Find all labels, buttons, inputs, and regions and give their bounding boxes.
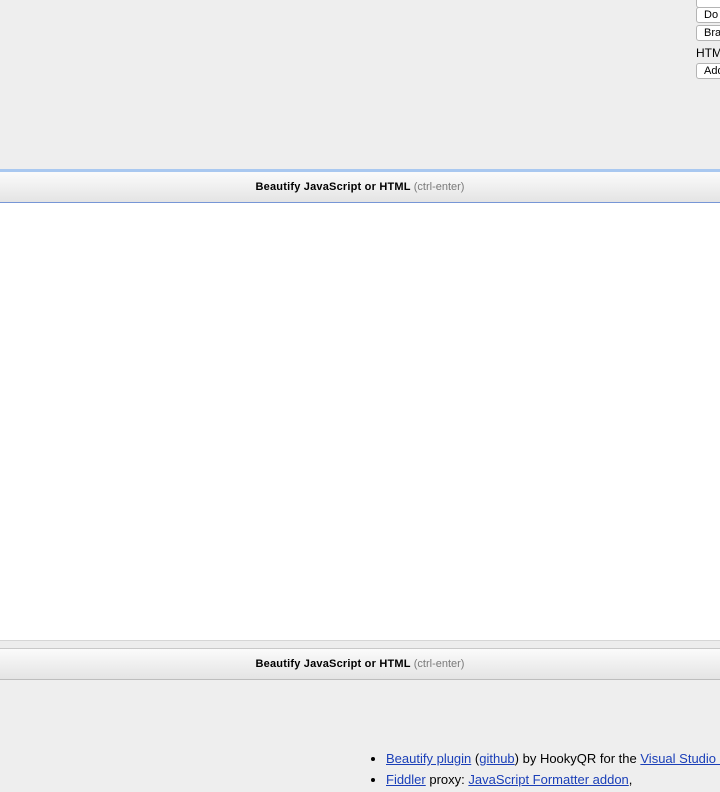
visual-studio-code-link[interactable]: Visual Studio Code (640, 751, 720, 766)
fiddler-link[interactable]: Fiddler (386, 772, 426, 787)
option-button-add[interactable]: Add (696, 63, 720, 79)
editor-divider (0, 641, 720, 648)
list-item: Fiddler proxy: JavaScript Formatter addo… (386, 769, 720, 790)
beautify-label: Beautify JavaScript or HTML (255, 181, 411, 193)
beautify-shortcut-hint: (ctrl-enter) (413, 181, 465, 193)
list-item: Beautify plugin (github) by HookyQR for … (386, 748, 720, 769)
beautify-label: Beautify JavaScript or HTML (255, 658, 411, 670)
beautify-button-top[interactable]: Beautify JavaScript or HTML (ctrl-enter) (0, 169, 720, 203)
code-editor[interactable] (0, 203, 720, 641)
github-link[interactable]: github (479, 751, 514, 766)
list-text: , (628, 772, 633, 787)
beautify-button-bottom[interactable]: Beautify JavaScript or HTML (ctrl-enter) (0, 648, 720, 680)
option-button-do[interactable]: Do (696, 7, 720, 23)
list-text: ) by HookyQR for the (514, 751, 641, 766)
list-text: proxy: (425, 772, 469, 787)
beautify-plugin-link[interactable]: Beautify plugin (386, 751, 471, 766)
integrations-list: Beautify plugin (github) by HookyQR for … (368, 748, 720, 790)
option-button-brace[interactable]: Bra (696, 25, 720, 41)
html-options-label: HTML (696, 46, 720, 60)
options-panel: Do Bra HTML Add (0, 0, 720, 168)
beautify-shortcut-hint: (ctrl-enter) (413, 658, 465, 670)
javascript-formatter-addon-link[interactable]: JavaScript Formatter addon (468, 772, 628, 787)
